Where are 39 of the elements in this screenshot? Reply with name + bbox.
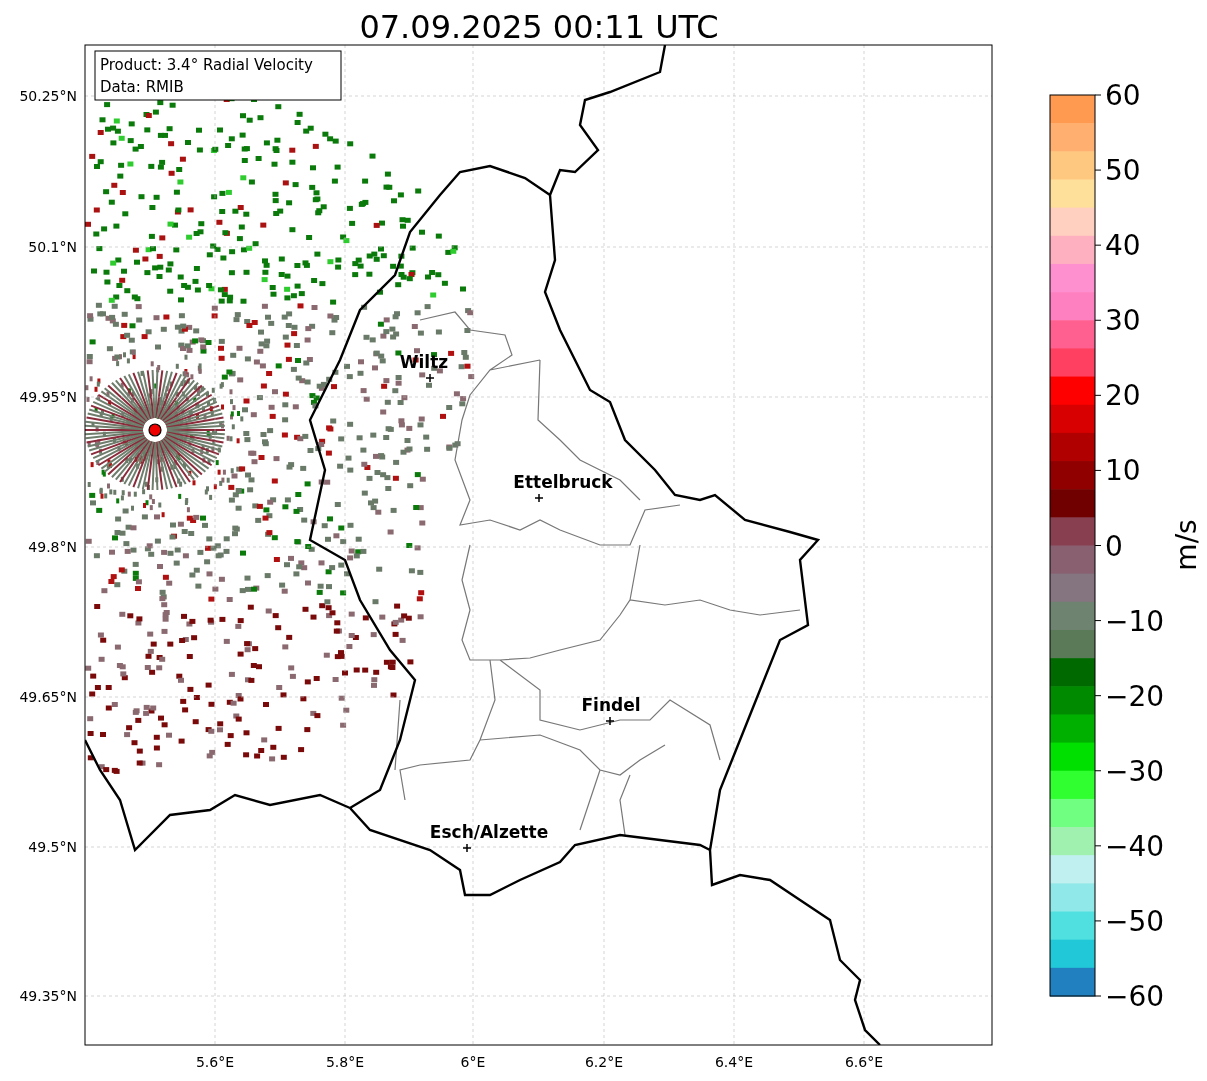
colorbar-tick-label: 20 [1105,379,1141,413]
colorbar-tick-label: 10 [1105,454,1141,488]
legend-text: Data: RMIB [100,78,184,96]
latitude-label: 49.95°N [19,389,77,405]
colorbar-tick-label: 60 [1105,79,1141,112]
radar-site-icon [148,423,162,437]
longitude-label: 6.6°E [844,1054,884,1070]
place-marker-icon [425,373,435,383]
latitude-label: 49.5°N [28,839,77,855]
latitude-label: 49.65°N [19,689,77,705]
place-label: Findel [581,695,641,715]
legend-text: Product: 3.4° Radial Velocity [100,56,313,74]
longitude-label: 6.4°E [714,1054,754,1070]
place-marker-icon [534,493,544,503]
colorbar-label: m/s [1170,519,1203,571]
colorbar-tick-label: −20 [1105,679,1165,713]
longitude-label: 6.2°E [584,1054,624,1070]
place-label: Wiltz [399,352,449,372]
colorbar-tick-label: −30 [1105,754,1165,788]
place-label: Esch/Alzette [429,822,549,842]
colorbar-tick-label: −40 [1105,829,1165,863]
place-label: Ettelbruck [513,472,613,492]
longitude-label: 5.6°E [195,1054,235,1070]
colorbar-tick-label: 40 [1105,229,1141,263]
longitude-label: 5.8°E [325,1054,365,1070]
colorbar-tick-label: 50 [1105,154,1141,188]
colorbar-tick-label: 0 [1105,529,1123,563]
colorbar-tick-label: 30 [1105,304,1141,338]
colorbar-tick-label: −50 [1105,904,1165,938]
colorbar-tick-label: −10 [1105,604,1165,638]
longitude-label: 6°E [460,1054,486,1070]
latitude-label: 50.1°N [28,239,77,255]
latitude-label: 49.8°N [28,539,77,555]
place-marker-icon [462,843,472,853]
colorbar-tick-label: −60 [1105,980,1165,1013]
latitude-label: 50.25°N [19,88,77,104]
chart-title: 07.09.2025 00:11 UTC [359,8,719,46]
place-marker-icon [605,716,615,726]
latitude-label: 49.35°N [19,988,77,1004]
